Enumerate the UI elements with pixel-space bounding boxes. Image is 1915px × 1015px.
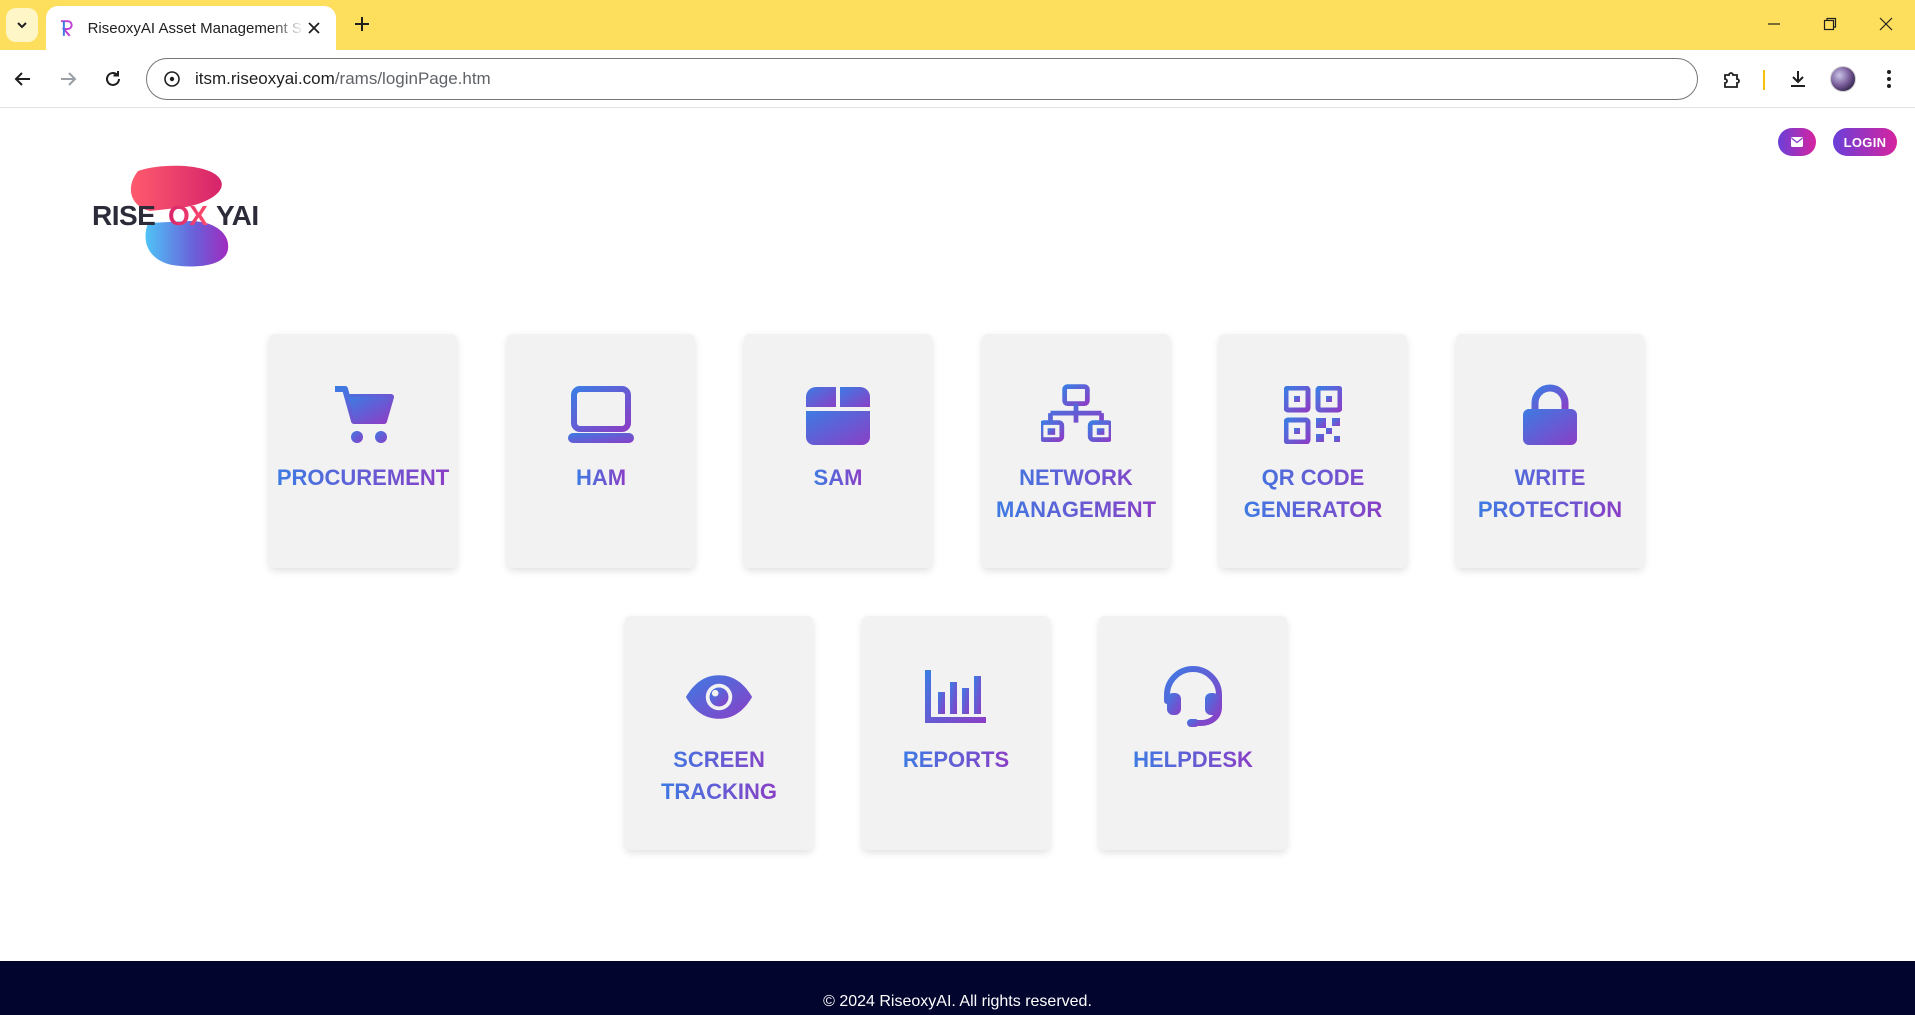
- browser-tab-active[interactable]: RiseoxyAI Asset Management S: [46, 6, 336, 50]
- svg-text:RISE: RISE: [92, 200, 155, 231]
- browser-menu-button[interactable]: [1873, 63, 1905, 95]
- module-card-network-management[interactable]: NETWORK MANAGEMENT: [982, 334, 1170, 568]
- module-card-reports[interactable]: REPORTS: [862, 616, 1050, 850]
- riseoxyai-logo[interactable]: RISE OX YAI: [90, 161, 280, 271]
- browser-toolbar: itsm.riseoxyai.com/rams/loginPage.htm: [0, 50, 1915, 108]
- module-card-procurement[interactable]: PROCUREMENT: [269, 334, 457, 568]
- browser-tab-bar: RiseoxyAI Asset Management S: [0, 0, 1915, 50]
- lock-icon: [1515, 380, 1585, 450]
- reload-icon: [106, 71, 120, 86]
- module-card-helpdesk[interactable]: HELPDESK: [1099, 616, 1287, 850]
- close-icon: [1879, 17, 1893, 31]
- downloads-button[interactable]: [1782, 63, 1814, 95]
- module-card-screen-tracking[interactable]: SCREEN TRACKING: [625, 616, 813, 850]
- close-window-button[interactable]: [1864, 8, 1908, 40]
- avatar: [1830, 66, 1856, 92]
- address-bar[interactable]: itsm.riseoxyai.com/rams/loginPage.htm: [146, 58, 1698, 100]
- cart-icon: [328, 380, 398, 450]
- bar-chart-icon: [921, 662, 991, 732]
- network-icon: [1041, 380, 1111, 450]
- module-label: WRITE PROTECTION: [1478, 462, 1622, 526]
- back-button[interactable]: [7, 63, 39, 95]
- module-label: HAM: [576, 462, 626, 494]
- restore-icon: [1823, 17, 1837, 31]
- site-info-icon[interactable]: [161, 68, 183, 90]
- new-tab-button[interactable]: [348, 10, 376, 38]
- forward-button[interactable]: [52, 63, 84, 95]
- module-label: PROCUREMENT: [277, 462, 449, 494]
- module-card-qr-code-generator[interactable]: QR CODE GENERATOR: [1219, 334, 1407, 568]
- url-host: itsm.riseoxyai.com: [195, 69, 335, 88]
- arrow-left-icon: [14, 72, 30, 86]
- laptop-icon: [566, 380, 636, 450]
- toolbar-divider: [1763, 70, 1765, 90]
- chevron-down-icon: [17, 22, 27, 29]
- minimize-button[interactable]: [1752, 8, 1796, 40]
- page-footer: © 2024 RiseoxyAI. All rights reserved.: [0, 961, 1915, 1015]
- module-label: REPORTS: [903, 744, 1009, 776]
- eye-icon: [684, 662, 754, 732]
- module-card-ham[interactable]: HAM: [507, 334, 695, 568]
- login-button[interactable]: LOGIN: [1833, 128, 1897, 156]
- module-card-sam[interactable]: SAM: [744, 334, 932, 568]
- copyright-text: © 2024 RiseoxyAI. All rights reserved.: [823, 993, 1092, 1010]
- reload-button[interactable]: [97, 63, 129, 95]
- module-label: HELPDESK: [1133, 744, 1253, 776]
- module-card-write-protection[interactable]: WRITE PROTECTION: [1456, 334, 1644, 568]
- contact-mail-button[interactable]: [1778, 128, 1816, 156]
- headset-icon: [1158, 662, 1228, 732]
- arrow-right-icon: [61, 72, 77, 86]
- puzzle-icon: [1724, 72, 1740, 88]
- download-icon: [1791, 71, 1805, 87]
- module-label: NETWORK MANAGEMENT: [996, 462, 1156, 526]
- module-label: SAM: [814, 462, 863, 494]
- box-icon: [803, 380, 873, 450]
- tab-title: RiseoxyAI Asset Management S: [87, 19, 302, 37]
- close-tab-icon[interactable]: [304, 18, 324, 38]
- svg-text:YAI: YAI: [216, 200, 259, 231]
- page-content: LOGIN RISE OX YAI PROCUREMENT HAM SAM NE…: [0, 109, 1915, 961]
- plus-icon: [355, 17, 369, 31]
- module-label: QR CODE GENERATOR: [1244, 462, 1383, 526]
- url-path: /rams/loginPage.htm: [334, 69, 491, 88]
- minimize-icon: [1768, 23, 1780, 25]
- qr-code-icon: [1278, 380, 1348, 450]
- extensions-button[interactable]: [1716, 63, 1748, 95]
- module-label: SCREEN TRACKING: [661, 744, 777, 808]
- url-text: itsm.riseoxyai.com/rams/loginPage.htm: [195, 69, 491, 89]
- more-vertical-icon: [1887, 70, 1891, 88]
- envelope-icon: [1791, 137, 1803, 147]
- restore-button[interactable]: [1808, 8, 1852, 40]
- svg-text:OX: OX: [168, 200, 208, 231]
- riseoxyai-favicon-icon: [60, 20, 73, 37]
- tab-search-button[interactable]: [6, 8, 38, 42]
- profile-button[interactable]: [1827, 63, 1859, 95]
